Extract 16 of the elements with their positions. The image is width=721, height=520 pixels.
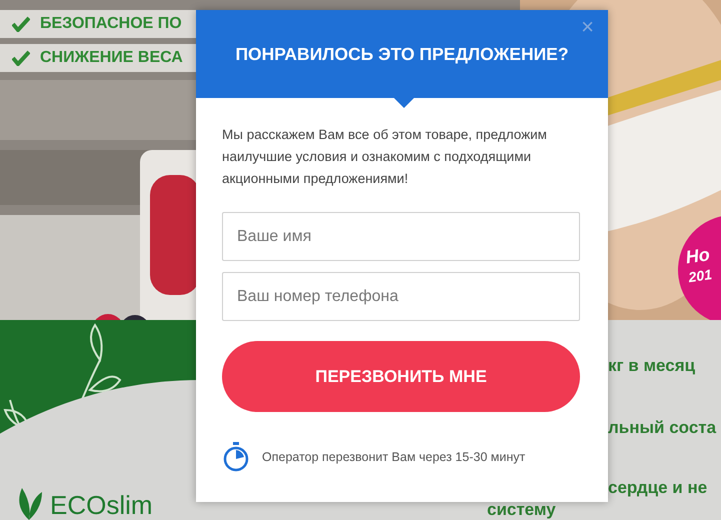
popup-title: ПОНРАВИЛОСЬ ЭТО ПРЕДЛОЖЕНИЕ?: [235, 44, 569, 64]
benefit-text: систему: [487, 500, 557, 520]
feature-text: СНИЖЕНИЕ ВЕСА: [40, 49, 183, 67]
benefit-text: кг в месяц: [608, 356, 696, 376]
checkmark-icon: [12, 16, 30, 32]
callback-button[interactable]: ПЕРЕЗВОНИТЬ МНЕ: [222, 341, 580, 412]
description-text: Мы расскажем Вам все об этом товаре, предложим наилучшие условия и ознакомим с подходящими акционными предложениями!: [222, 126, 548, 188]
benefit-text: сердце и не: [608, 478, 708, 498]
logo-text: ECOslim: [50, 490, 153, 520]
stopwatch-icon: [222, 442, 250, 472]
checkmark-icon: [12, 50, 30, 66]
input-field[interactable]: Ваше имя: [222, 212, 580, 261]
input-field[interactable]: Ваш номер телефона: [222, 272, 580, 321]
operator-note: Оператор перезвонит Вам через 15-30 минут: [262, 450, 526, 464]
benefit-text: льный соста: [608, 418, 718, 438]
feature-text: БЕЗОПАСНОЕ ПО: [40, 15, 182, 33]
